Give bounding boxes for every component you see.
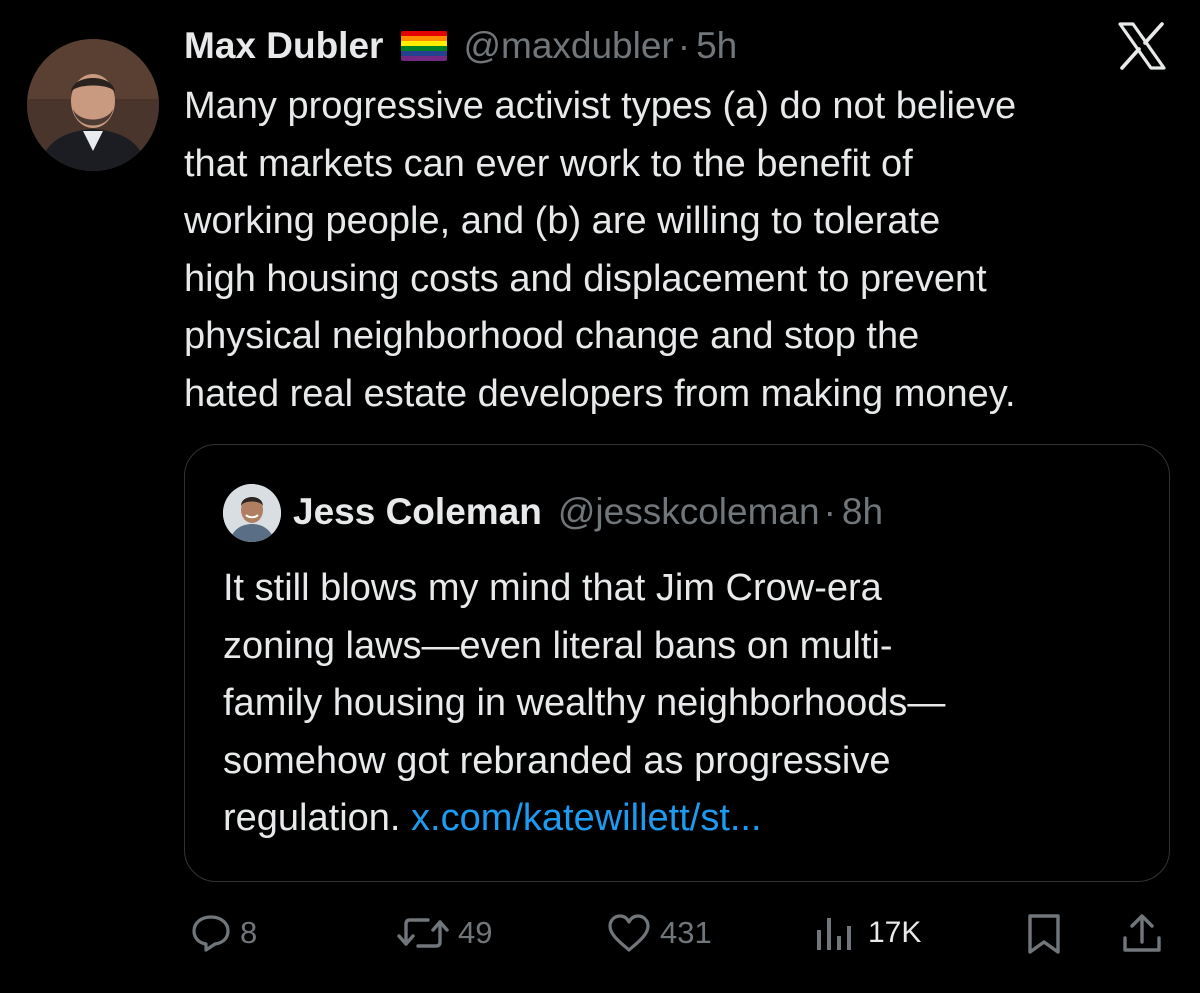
tweet-line: Many progressive activist types (a) do n… [184,85,1017,127]
quote-header-separator: · [823,491,836,532]
reply-count: 8 [240,915,258,950]
tweet-timestamp[interactable]: 5h [696,25,737,67]
views-count: 17K [868,916,922,949]
quote-line: family housing in wealthy neighborhoods— [223,682,946,724]
quote-author-avatar[interactable] [223,484,281,542]
tweet-header: Max Dubler @maxdubler · 5h [184,20,737,72]
repost-icon [397,918,449,948]
header-separator: · [677,25,691,66]
reply-icon [192,915,230,952]
repost-count: 49 [458,915,493,950]
views-icon [817,918,851,950]
quoted-tweet-card[interactable]: Jess Coleman @jesskcoleman · 8h It still… [184,444,1170,882]
tweet-line: high housing costs and displacement to p… [184,257,987,300]
quote-header: Jess Coleman @jesskcoleman · 8h [293,487,883,537]
quote-avatar-image [223,484,281,542]
quote-line: somehow got rebranded as progressive [223,739,891,782]
quote-body: It still blows my mind that Jim Crow-era… [223,560,1153,848]
like-button[interactable]: 431 [606,912,712,954]
quote-last-line-text: regulation. [223,797,412,839]
quote-timestamp[interactable]: 8h [842,491,883,533]
like-count: 431 [660,915,712,950]
tweet-line: working people, and (b) are willing to t… [184,200,941,242]
tweet-line: that markets can ever work to the benefi… [184,142,913,185]
share-icon [1123,914,1161,952]
quote-line: zoning laws—even literal bans on multi- [223,624,893,667]
quote-author-name[interactable]: Jess Coleman [293,491,542,533]
x-logo-icon[interactable] [1116,20,1168,72]
share-button[interactable] [1120,912,1164,956]
quote-author-handle[interactable]: @jesskcoleman [558,491,820,533]
author-avatar[interactable] [27,39,159,171]
author-name[interactable]: Max Dubler [184,25,383,67]
bookmark-button[interactable] [1024,912,1064,956]
author-avatar-image [27,39,159,171]
tweet-body: Many progressive activist types (a) do n… [184,78,1184,423]
quote-last-line: regulation. x.com/katewillett/st... [223,790,1153,848]
bookmark-icon [1028,914,1060,954]
repost-button[interactable]: 49 [396,912,492,954]
views-button[interactable]: 17K [814,912,921,954]
tweet-action-bar: 8 49 431 17K [0,900,1200,970]
rainbow-flag-icon [401,31,448,61]
tweet-line: physical neighborhood change and stop th… [184,315,920,357]
heart-icon [608,914,650,952]
author-handle[interactable]: @maxdubler [463,25,673,67]
quote-line: It still blows my mind that Jim Crow-era [223,567,882,609]
tweet-line: hated real estate developers from making… [184,372,1016,415]
quote-link[interactable]: x.com/katewillett/st... [411,797,762,839]
reply-button[interactable]: 8 [190,912,257,954]
